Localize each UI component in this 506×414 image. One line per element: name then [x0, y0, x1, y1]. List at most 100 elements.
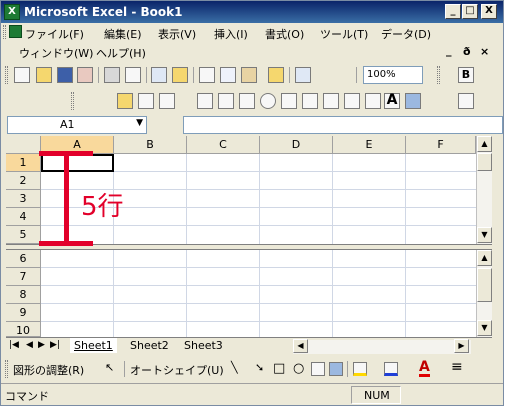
menu-insert[interactable]: 挿入(I): [214, 26, 248, 42]
list-box-icon[interactable]: [281, 93, 297, 109]
column-header-d[interactable]: D: [260, 136, 333, 154]
scroll-thumb[interactable]: [477, 268, 492, 302]
name-box[interactable]: A1 ▼: [7, 116, 147, 134]
mdi-restore-button[interactable]: ð: [463, 45, 471, 58]
column-header-e[interactable]: E: [333, 136, 406, 154]
menu-edit[interactable]: 編集(E): [104, 26, 142, 42]
toolbar-grip[interactable]: [5, 360, 8, 378]
menu-grip[interactable]: [3, 25, 6, 39]
chevron-down-icon[interactable]: ▼: [136, 118, 143, 128]
cut-icon[interactable]: [199, 67, 215, 83]
scroll-up-button[interactable]: ▲: [477, 250, 492, 266]
new-icon[interactable]: [14, 67, 30, 83]
format-painter-icon[interactable]: [268, 67, 284, 83]
font-color-button[interactable]: A: [419, 360, 430, 377]
autoshapes-menu-button[interactable]: オートシェイプ(U): [130, 362, 224, 378]
maximize-button[interactable]: □: [462, 4, 478, 19]
option-button-icon[interactable]: [260, 93, 276, 109]
mdi-close-button[interactable]: ×: [480, 45, 489, 58]
print-icon[interactable]: [104, 67, 120, 83]
select-all-corner[interactable]: [6, 136, 41, 154]
title-bar[interactable]: X Microsoft Excel - Book1 _ □ X: [1, 1, 503, 23]
scroll-left-button[interactable]: ◀: [293, 339, 308, 353]
line-color-icon[interactable]: [384, 362, 398, 376]
textbox-icon[interactable]: [218, 93, 234, 109]
tab-sheet2[interactable]: Sheet2: [126, 338, 173, 353]
arrow-icon[interactable]: ➘: [255, 361, 264, 374]
checkbox-icon[interactable]: [197, 93, 213, 109]
spelling-icon[interactable]: [151, 67, 167, 83]
copy-icon[interactable]: [220, 67, 236, 83]
select-objects-icon[interactable]: ↖: [105, 361, 114, 374]
insert-picture-icon[interactable]: [329, 362, 343, 376]
print-preview-icon[interactable]: [125, 67, 141, 83]
worksheet[interactable]: A B C D E F 1 2 3 4 5 6 7 8 9 10: [6, 136, 476, 337]
menu-help[interactable]: ヘルプ(H): [96, 45, 146, 61]
save-icon[interactable]: [57, 67, 73, 83]
research-icon[interactable]: [172, 67, 188, 83]
toolbar-grip[interactable]: [5, 66, 8, 84]
scroll-bar-icon[interactable]: [323, 93, 339, 109]
combo-box-icon[interactable]: [302, 93, 318, 109]
paste-icon[interactable]: [241, 67, 257, 83]
excel-app-icon[interactable]: X: [4, 4, 20, 20]
line-style-icon[interactable]: ≡: [451, 359, 463, 375]
tab-sheet3[interactable]: Sheet3: [180, 338, 227, 353]
row-header-5[interactable]: 5: [6, 226, 41, 244]
row-header-8[interactable]: 8: [6, 286, 41, 304]
column-header-c[interactable]: C: [187, 136, 260, 154]
menu-format[interactable]: 書式(O): [265, 26, 304, 42]
image-icon[interactable]: [405, 93, 421, 109]
vertical-scrollbar-bottom[interactable]: ▲ ▼: [476, 250, 492, 337]
formula-input[interactable]: [183, 116, 503, 134]
prev-sheet-button[interactable]: ◀: [26, 340, 33, 350]
menu-data[interactable]: データ(D): [381, 26, 431, 42]
open-icon[interactable]: [36, 67, 52, 83]
workbook-icon[interactable]: [9, 25, 22, 38]
tools-icon[interactable]: [458, 93, 474, 109]
row-header-6[interactable]: 6: [6, 250, 41, 268]
row-header-9[interactable]: 9: [6, 304, 41, 322]
row-header-2[interactable]: 2: [6, 172, 41, 190]
first-sheet-button[interactable]: |◀: [9, 340, 19, 350]
close-button[interactable]: X: [481, 4, 497, 19]
undo-icon[interactable]: [295, 67, 311, 83]
textbox-draw-icon[interactable]: [311, 362, 325, 376]
toolbar-grip[interactable]: [437, 66, 440, 84]
horizontal-scrollbar[interactable]: ◀ ▶: [293, 339, 471, 354]
menu-tools[interactable]: ツール(T): [320, 26, 368, 42]
column-header-b[interactable]: B: [114, 136, 187, 154]
toolbar-grip[interactable]: [71, 92, 74, 110]
active-cell-a1[interactable]: [41, 154, 114, 172]
last-sheet-button[interactable]: ▶|: [50, 340, 60, 350]
spinner-icon[interactable]: [344, 93, 360, 109]
font-a-button[interactable]: A: [384, 93, 400, 109]
fill-color-icon[interactable]: [353, 362, 367, 376]
draw-menu-button[interactable]: 図形の調整(R): [13, 362, 84, 378]
scroll-thumb[interactable]: [477, 153, 492, 171]
row-header-1[interactable]: 1: [6, 154, 41, 172]
vertical-scrollbar-top[interactable]: ▲ ▼: [476, 136, 492, 244]
row-header-7[interactable]: 7: [6, 268, 41, 286]
scroll-down-button[interactable]: ▼: [477, 227, 492, 243]
properties-icon[interactable]: [365, 93, 381, 109]
edit-box-icon[interactable]: [138, 93, 154, 109]
rectangle-icon[interactable]: □: [273, 361, 285, 376]
permission-icon[interactable]: [77, 67, 93, 83]
row-header-3[interactable]: 3: [6, 190, 41, 208]
scroll-down-button[interactable]: ▼: [477, 320, 492, 336]
menu-view[interactable]: 表示(V): [158, 26, 196, 42]
button-control-icon[interactable]: [239, 93, 255, 109]
next-sheet-button[interactable]: ▶: [38, 340, 45, 350]
row-header-10[interactable]: 10: [6, 322, 41, 337]
mdi-minimize-button[interactable]: _: [446, 44, 452, 57]
tab-sheet1[interactable]: Sheet1: [70, 338, 117, 353]
oval-icon[interactable]: ○: [293, 361, 304, 376]
zoom-select[interactable]: 100%: [363, 66, 423, 84]
minimize-button[interactable]: _: [445, 4, 461, 19]
scroll-right-button[interactable]: ▶: [454, 339, 469, 353]
line-icon[interactable]: ╲: [231, 361, 238, 374]
menu-file[interactable]: ファイル(F): [25, 26, 84, 42]
column-header-f[interactable]: F: [406, 136, 476, 154]
menu-window[interactable]: ウィンドウ(W): [19, 45, 93, 61]
